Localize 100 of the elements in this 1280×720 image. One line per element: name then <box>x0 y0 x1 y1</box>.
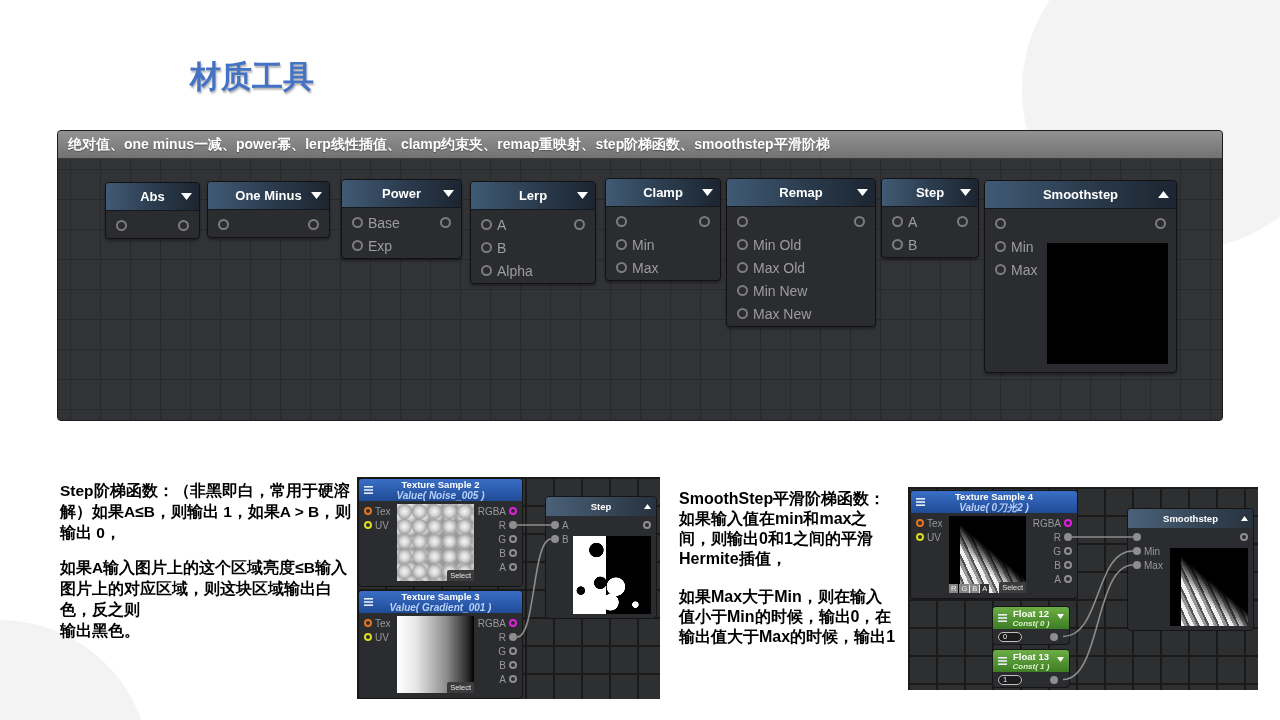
port-label: Min <box>1144 545 1161 557</box>
port-label: Max <box>632 259 659 276</box>
port-label: B <box>499 659 506 671</box>
menu-icon[interactable] <box>998 657 1007 665</box>
port-label: B <box>497 239 507 256</box>
port-dot-icon[interactable] <box>551 535 559 543</box>
port-label: Max <box>1011 261 1038 278</box>
port-dot-icon[interactable] <box>1133 561 1141 569</box>
caret-icon[interactable] <box>960 189 971 196</box>
caret-icon[interactable] <box>181 193 192 200</box>
port-label: UV <box>375 519 389 531</box>
slide-title: 材质工具 <box>190 58 314 96</box>
node-title: Lerp <box>518 188 548 203</box>
port-label: Max New <box>753 305 812 322</box>
port-label: G <box>498 533 506 545</box>
port-label: R <box>498 631 506 643</box>
port-label: B <box>1054 559 1061 571</box>
port-label: Tex <box>927 517 943 529</box>
port-label: Max Old <box>753 259 806 276</box>
port-label: UV <box>927 531 941 543</box>
port-dot-icon[interactable] <box>509 633 517 641</box>
node-subtitle: Const( 1 ) <box>1012 661 1050 671</box>
port-label: R <box>498 519 506 531</box>
node-subtitle: Value( Noise_005 ) <box>396 489 485 501</box>
port-ring-icon[interactable] <box>364 507 372 515</box>
port-dot-icon[interactable] <box>1050 675 1058 684</box>
port-ring-icon[interactable] <box>916 519 924 527</box>
caret-icon[interactable] <box>702 189 713 196</box>
port-label: B <box>562 533 569 545</box>
port-label: Min New <box>753 282 808 299</box>
port-dot-icon[interactable] <box>509 521 517 529</box>
port-label: A <box>908 213 918 230</box>
port-ring-icon[interactable] <box>1064 561 1072 569</box>
port-label: Tex <box>375 617 391 629</box>
panel-header: 绝对值、one minus一减、power幂、lerp线性插值、clamp约束夹、remap重映射、step阶梯函数、smoothstep平滑阶梯 <box>58 131 1222 159</box>
port-ring-icon[interactable] <box>364 619 372 627</box>
description-text: 如果A输入图片上的这个区域亮度≤B输入图片上的对应区域，则这块区域输出白色，反之则 <box>60 558 348 620</box>
port-ring-icon[interactable] <box>509 535 517 543</box>
node-title: Step <box>915 185 945 200</box>
port-label: A <box>499 561 506 573</box>
node-title: Texture Sample 4 <box>955 491 1033 502</box>
node-title: Remap <box>779 185 823 200</box>
description-text: Step阶梯函数：（非黑即白，常用于硬溶解）如果A≤B，则输出 1，如果A > B，则输出 0， <box>60 481 353 543</box>
port-ring-icon[interactable] <box>509 647 517 655</box>
menu-icon[interactable] <box>916 498 925 506</box>
port-dot-icon[interactable] <box>551 521 559 529</box>
port-label: Min <box>632 236 655 253</box>
port-label: Min <box>1011 238 1034 255</box>
port-ring-icon[interactable] <box>643 521 651 529</box>
node-title: Step <box>590 501 612 512</box>
port-label: A <box>1054 573 1061 585</box>
port-ring-icon[interactable] <box>1064 575 1072 583</box>
node-title: Power <box>382 186 421 201</box>
caret-icon[interactable] <box>311 192 322 199</box>
caret-icon[interactable] <box>644 504 651 509</box>
port-label: RGBA <box>477 505 506 517</box>
node-title: Clamp <box>643 185 683 200</box>
port-ring-icon[interactable] <box>509 675 517 683</box>
description-text: 输出黑色。 <box>60 621 141 641</box>
port-label: Min Old <box>753 236 802 253</box>
port-label: A <box>562 519 569 531</box>
port-ring-icon[interactable] <box>509 661 517 669</box>
node-title: Smoothstep <box>1163 513 1218 524</box>
port-ring-icon[interactable] <box>509 549 517 557</box>
port-dot-icon[interactable] <box>1133 547 1141 555</box>
caret-icon[interactable] <box>443 190 454 197</box>
port-ring-icon[interactable] <box>1064 547 1072 555</box>
port-label: Max <box>1144 559 1163 571</box>
caret-icon[interactable] <box>1158 191 1169 198</box>
port-label: UV <box>375 631 389 643</box>
node-title: Abs <box>140 189 165 204</box>
port-label: A <box>499 673 506 685</box>
node-title: Smoothstep <box>1042 187 1119 202</box>
port-dot-icon[interactable] <box>1133 533 1141 541</box>
description-text: SmoothStep平滑阶梯函数：如果输入值在min和max之间，则输出0和1之间的平滑Hermite插值， <box>679 489 887 569</box>
node-subtitle: Value( 0刀光2 ) <box>959 501 1029 513</box>
port-label: G <box>1053 545 1061 557</box>
menu-icon[interactable] <box>364 598 373 606</box>
port-ring-icon[interactable] <box>509 563 517 571</box>
port-label: RGBA <box>477 617 506 629</box>
caret-icon[interactable] <box>857 189 868 196</box>
caret-icon[interactable] <box>1241 516 1248 521</box>
node-title: Float 13 <box>1013 651 1049 662</box>
port-dot-icon[interactable] <box>1050 632 1058 641</box>
port-label: B <box>499 547 506 559</box>
caret-icon[interactable] <box>577 192 588 199</box>
node-subtitle: Value( Gradient_001 ) <box>389 601 492 613</box>
menu-icon[interactable] <box>998 614 1007 622</box>
port-label: RGBA <box>1032 517 1061 529</box>
port-label: R <box>1053 531 1061 543</box>
port-label: G <box>498 645 506 657</box>
port-dot-icon[interactable] <box>1064 533 1072 541</box>
node-title: Float 12 <box>1013 608 1049 619</box>
port-label: B <box>908 236 918 253</box>
port-ring-icon[interactable] <box>1240 533 1248 541</box>
port-label: Exp <box>368 237 393 254</box>
port-label: A <box>497 216 507 233</box>
port-label: Base <box>368 214 400 231</box>
menu-icon[interactable] <box>364 486 373 494</box>
node-title: Texture Sample 2 <box>401 479 480 490</box>
